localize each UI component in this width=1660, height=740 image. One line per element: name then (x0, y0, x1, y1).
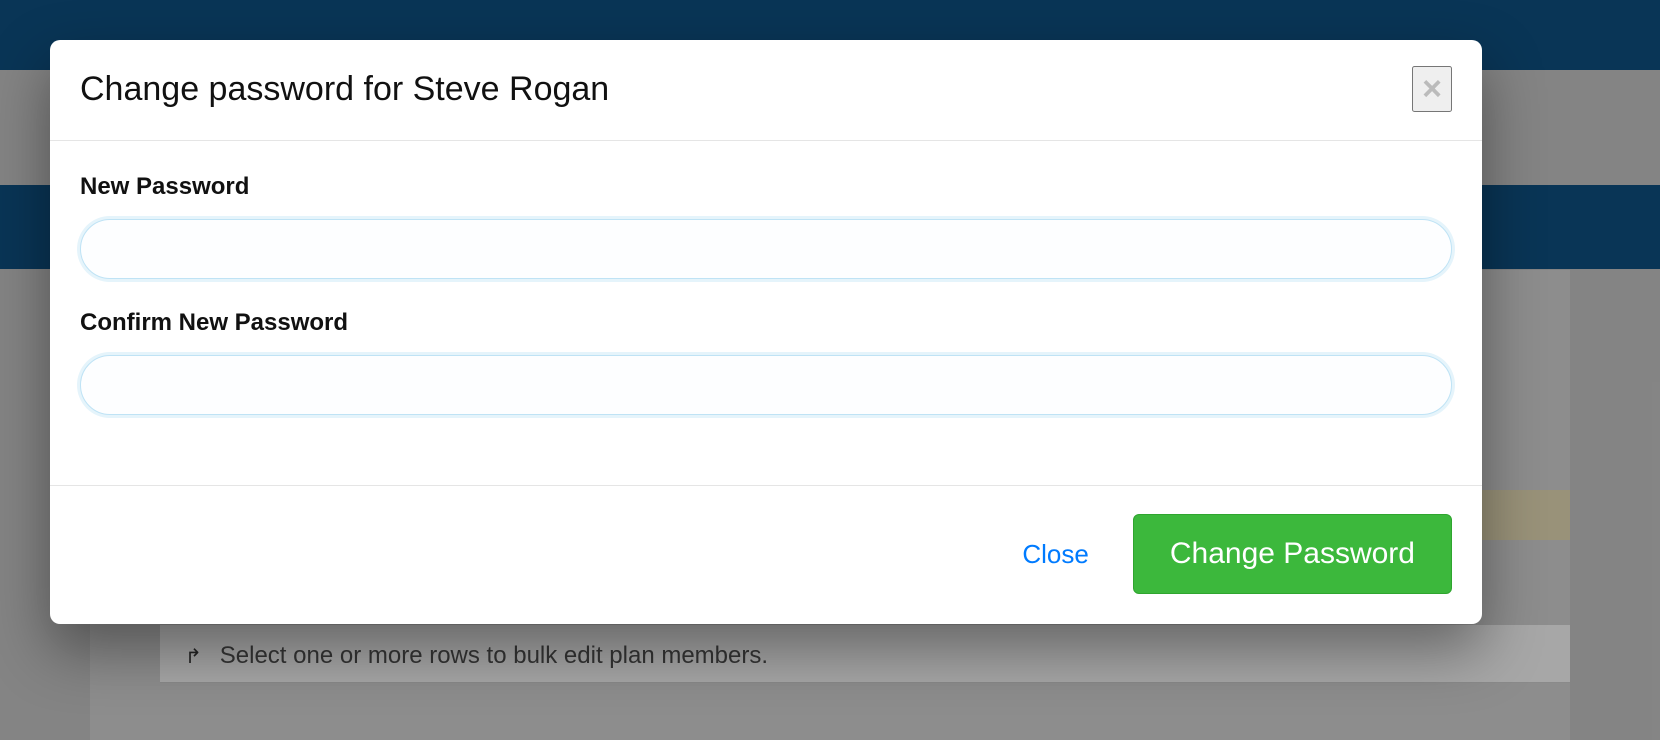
confirm-password-label: Confirm New Password (80, 309, 1452, 337)
modal-body: New Password Confirm New Password (50, 141, 1482, 485)
new-password-input[interactable] (80, 219, 1452, 279)
modal-footer: Close Change Password (50, 485, 1482, 624)
close-icon[interactable]: × (1412, 66, 1452, 112)
new-password-label: New Password (80, 173, 1452, 201)
confirm-password-group: Confirm New Password (80, 309, 1452, 415)
modal-title: Change password for Steve Rogan (80, 70, 609, 109)
change-password-button[interactable]: Change Password (1133, 514, 1452, 594)
modal-header: Change password for Steve Rogan × (50, 40, 1482, 141)
change-password-modal: Change password for Steve Rogan × New Pa… (50, 40, 1482, 624)
close-button[interactable]: Close (1018, 531, 1092, 578)
confirm-password-input[interactable] (80, 355, 1452, 415)
new-password-group: New Password (80, 173, 1452, 279)
